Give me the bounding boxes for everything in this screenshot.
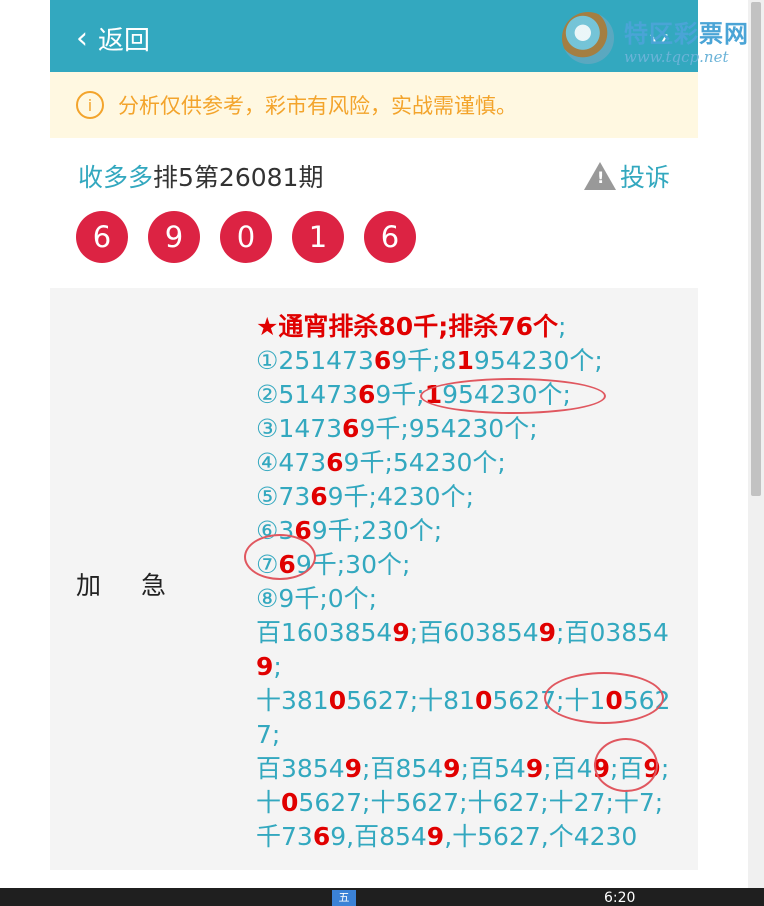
highlight-digit: ★通宵排杀80千;排杀76个 <box>256 312 558 341</box>
highlight-digit: 6 <box>357 380 376 409</box>
issue-source-link[interactable]: 收多多 <box>78 163 153 192</box>
prediction-text: ;百603854 <box>409 618 539 647</box>
issue-title: 收多多排5第26081期 <box>78 158 323 194</box>
result-ball: 0 <box>220 211 272 263</box>
taskbar-clock: 6:20 <box>604 890 636 906</box>
result-ball: 1 <box>292 211 344 263</box>
prediction-text: 百1603854 <box>256 618 393 647</box>
prediction-text: 9千;954230个; <box>359 414 538 443</box>
prediction-panel: 加急 ★通宵排杀80千;排杀76个; ①25147369千;81954230个; ②… <box>50 288 698 870</box>
highlight-digit: 9 <box>426 822 445 851</box>
prediction-text: ; <box>558 312 567 341</box>
prediction-text: ⑧9千;0个; <box>256 584 378 613</box>
highlight-digit: 9 <box>256 652 274 681</box>
prediction-text: ③1473 <box>256 414 343 443</box>
highlight-digit: 6 <box>312 822 331 851</box>
watermark: 特区彩票网 www.tqcp.net <box>560 8 760 68</box>
prediction-text: 5627;十5627;十627;十27;十7; <box>298 788 664 817</box>
result-ball: 6 <box>76 211 128 263</box>
input-method-icon[interactable]: 五 <box>332 890 356 906</box>
prediction-text: ; <box>660 754 670 783</box>
prediction-text: ; <box>273 652 282 681</box>
prediction-line: ④47369千;54230个; <box>256 446 686 480</box>
annotation-circle <box>420 378 606 414</box>
prediction-text: 9千;54230个; <box>343 448 506 477</box>
prediction-line: ⑧9千;0个; <box>256 582 686 616</box>
notice-text: 分析仅供参考，彩市有风险，实战需谨慎。 <box>118 94 517 118</box>
highlight-digit: 6 <box>310 482 328 511</box>
issue-label: 排5第26081期 <box>153 163 324 192</box>
warning-icon: ! <box>584 162 616 190</box>
annotation-circle <box>544 672 664 724</box>
highlight-digit: 9 <box>525 754 544 783</box>
complain-button[interactable]: ! 投诉 <box>584 158 670 194</box>
highlight-digit: 0 <box>474 686 493 715</box>
prediction-text: ;百854 <box>362 754 444 783</box>
watermark-logo-icon <box>562 12 614 64</box>
prediction-text: 百3854 <box>256 754 345 783</box>
result-ball: 9 <box>148 211 200 263</box>
prediction-text: ;百54 <box>460 754 526 783</box>
annotation-circle <box>244 534 316 580</box>
prediction-line: ⑥369千;230个; <box>256 514 686 548</box>
prediction-line: 百16038549;百6038549;百03854 <box>256 616 686 650</box>
highlight-digit: 9 <box>538 618 557 647</box>
notice-banner: i 分析仅供参考，彩市有风险，实战需谨慎。 <box>50 72 698 138</box>
chevron-left-icon: ‹ <box>76 20 88 56</box>
prediction-text: ②51473 <box>256 380 358 409</box>
highlight-digit: 6 <box>326 448 344 477</box>
prediction-text: 954230个; <box>473 346 603 375</box>
prediction-text: 7; <box>256 720 281 749</box>
prediction-line: ★通宵排杀80千;排杀76个; <box>256 310 686 344</box>
row-label: 加急 <box>76 571 207 600</box>
prediction-line: ⑤7369千;4230个; <box>256 480 686 514</box>
highlight-digit: 9 <box>344 754 363 783</box>
prediction-text: ⑤73 <box>256 482 311 511</box>
info-icon: i <box>76 91 104 119</box>
prediction-line: ③147369千;954230个; <box>256 412 686 446</box>
highlight-digit: 9 <box>392 618 410 647</box>
prediction-text: 5627;十81 <box>346 686 475 715</box>
result-balls: 6 9 0 1 6 <box>76 211 416 263</box>
prediction-text: 十381 <box>256 686 329 715</box>
highlight-digit: 1 <box>456 346 474 375</box>
highlight-digit: 6 <box>342 414 360 443</box>
back-button[interactable]: ‹ 返回 <box>76 20 150 57</box>
result-ball: 6 <box>364 211 416 263</box>
prediction-text: ;百4 <box>543 754 593 783</box>
prediction-text: 9千;8 <box>391 346 457 375</box>
highlight-digit: 0 <box>328 686 347 715</box>
taskbar: 五 6:20 <box>0 888 764 906</box>
scrollbar-thumb[interactable] <box>751 2 761 496</box>
prediction-text: 9千;230个; <box>311 516 443 545</box>
prediction-line: ①25147369千;81954230个; <box>256 344 686 378</box>
watermark-name: 特区彩票网 <box>624 20 749 48</box>
highlight-digit: 6 <box>373 346 392 375</box>
prediction-line: 千7369,百8549,十5627,个4230 <box>256 820 686 854</box>
highlight-digit: 9 <box>443 754 461 783</box>
prediction-text: 9千; <box>375 380 425 409</box>
watermark-url: www.tqcp.net <box>624 48 729 66</box>
annotation-circle <box>594 738 658 792</box>
page: { "header": {"back_label": "返回", "right_… <box>0 0 764 906</box>
complain-label: 投诉 <box>620 163 671 192</box>
highlight-digit: 0 <box>281 788 299 817</box>
prediction-text: ,十5627,个4230 <box>444 822 638 851</box>
prediction-text: ;百03854 <box>556 618 669 647</box>
back-label: 返回 <box>98 26 151 56</box>
prediction-text: 十 <box>256 788 282 817</box>
prediction-text: 9千;4230个; <box>327 482 475 511</box>
prediction-text: ①251473 <box>256 346 374 375</box>
prediction-text: 千73 <box>256 822 313 851</box>
prediction-line: ⑦69千;30个; <box>256 548 686 582</box>
prediction-text: ④473 <box>256 448 327 477</box>
prediction-text: 9,百854 <box>330 822 427 851</box>
